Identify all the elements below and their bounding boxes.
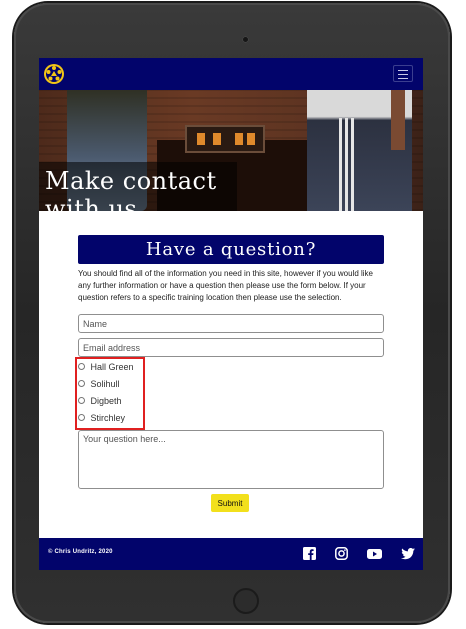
radio-button[interactable]: [78, 414, 85, 422]
navbar: [39, 58, 423, 90]
radio-solihull[interactable]: Solihull: [78, 377, 120, 391]
radio-label: Solihull: [90, 379, 120, 389]
question-textarea[interactable]: [78, 430, 384, 489]
hero-title-line1: Make contact: [45, 167, 217, 195]
radio-label: Digbeth: [90, 396, 122, 406]
radio-digbeth[interactable]: Digbeth: [78, 394, 122, 408]
screen: Make contact with us... Have a question?…: [39, 58, 423, 570]
home-button[interactable]: [233, 588, 259, 614]
radio-button[interactable]: [78, 380, 85, 388]
radio-label: Hall Green: [90, 362, 134, 372]
camera-icon: [242, 36, 249, 43]
radio-hall-green[interactable]: Hall Green: [78, 360, 134, 374]
instagram-icon[interactable]: [335, 547, 348, 560]
footer: © Chris Undritz, 2020: [39, 538, 423, 570]
name-input[interactable]: [78, 314, 384, 333]
radio-label: Stirchley: [90, 413, 126, 423]
copyright-text: © Chris Undritz, 2020: [48, 549, 113, 555]
facebook-icon[interactable]: [303, 547, 316, 560]
email-input[interactable]: [78, 338, 384, 357]
radio-button[interactable]: [78, 363, 85, 371]
logo-icon[interactable]: [43, 63, 65, 85]
youtube-icon[interactable]: [367, 547, 382, 560]
hamburger-menu-icon[interactable]: [393, 65, 413, 82]
form-heading: Have a question?: [78, 235, 384, 264]
radio-stirchley[interactable]: Stirchley: [78, 411, 125, 425]
radio-button[interactable]: [78, 397, 85, 405]
twitter-icon[interactable]: [401, 547, 415, 560]
hero-title-line2: with us...: [45, 195, 162, 211]
intro-text: You should find all of the information y…: [78, 269, 373, 302]
hero-title: Make contact with us...: [39, 162, 237, 211]
hero-banner: Make contact with us...: [39, 90, 423, 211]
submit-button[interactable]: Submit: [211, 494, 249, 512]
